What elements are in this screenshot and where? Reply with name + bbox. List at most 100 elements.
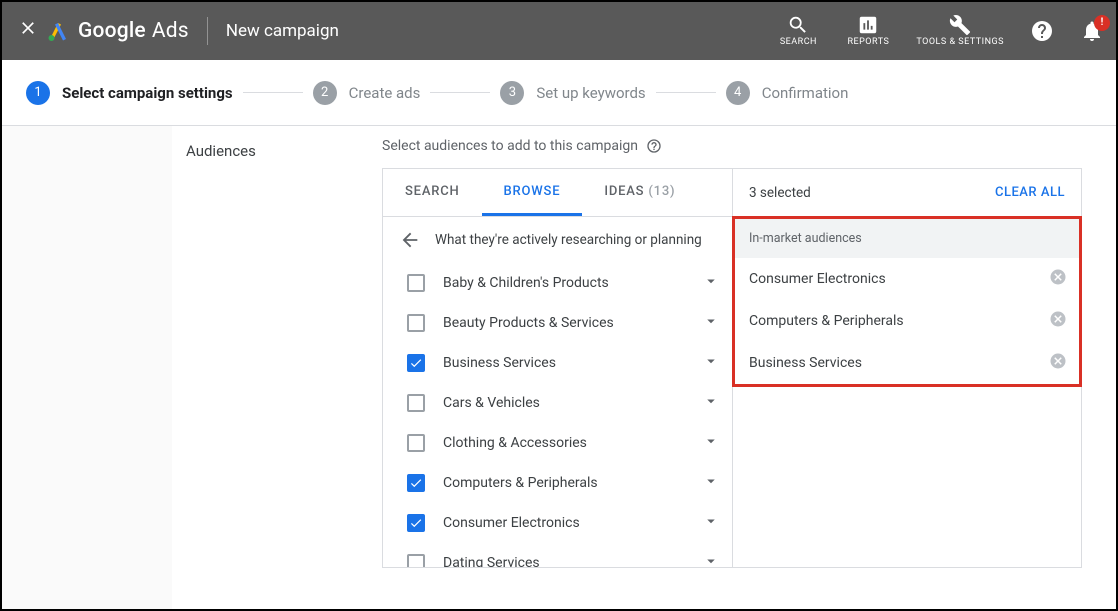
google-ads-logo-icon bbox=[46, 19, 70, 43]
chevron-down-icon bbox=[702, 312, 720, 330]
audiences-panel: SEARCH BROWSE IDEAS (13) What they're ac… bbox=[382, 168, 1082, 568]
category-checkbox[interactable] bbox=[407, 554, 425, 567]
tab-search[interactable]: SEARCH bbox=[383, 169, 482, 216]
help-button[interactable] bbox=[1030, 19, 1054, 43]
step-3[interactable]: 3 Set up keywords bbox=[500, 81, 645, 105]
category-checkbox[interactable] bbox=[407, 394, 425, 412]
chevron-down-icon bbox=[702, 512, 720, 530]
tab-ideas-count: (13) bbox=[648, 184, 675, 199]
selected-body: In-market audiences Consumer Electronics… bbox=[732, 216, 1082, 387]
category-row[interactable]: Dating Services bbox=[407, 543, 732, 567]
helper-text: Select audiences to add to this campaign bbox=[382, 138, 638, 154]
category-checkbox[interactable] bbox=[407, 514, 425, 532]
expand-category-button[interactable] bbox=[702, 512, 720, 534]
category-label: Baby & Children's Products bbox=[443, 275, 702, 291]
logo-text-ads: Ads bbox=[152, 19, 189, 43]
close-circle-icon bbox=[1049, 352, 1067, 370]
audiences-panel-area: Select audiences to add to this campaign… bbox=[382, 126, 1116, 609]
help-icon bbox=[1030, 19, 1054, 43]
notification-badge: ! bbox=[1094, 15, 1110, 31]
category-row[interactable]: Computers & Peripherals bbox=[407, 463, 732, 503]
category-checkbox[interactable] bbox=[407, 434, 425, 452]
close-circle-icon bbox=[1049, 310, 1067, 328]
tools-label: TOOLS & SETTINGS bbox=[916, 38, 1004, 48]
wrench-icon bbox=[949, 14, 971, 36]
selected-group-label: In-market audiences bbox=[735, 219, 1079, 258]
browse-column: SEARCH BROWSE IDEAS (13) What they're ac… bbox=[383, 169, 733, 567]
selected-item-label: Computers & Peripherals bbox=[749, 313, 904, 329]
step-4[interactable]: 4 Confirmation bbox=[726, 81, 849, 105]
category-label: Beauty Products & Services bbox=[443, 315, 702, 331]
remove-selected-button[interactable] bbox=[1049, 352, 1067, 374]
category-checkbox[interactable] bbox=[407, 274, 425, 292]
logo-text-google: Google bbox=[78, 19, 146, 43]
category-row[interactable]: Business Services bbox=[407, 343, 732, 383]
tools-button[interactable]: TOOLS & SETTINGS bbox=[916, 14, 1004, 48]
search-button[interactable]: SEARCH bbox=[776, 14, 820, 48]
selected-count: 3 selected bbox=[749, 185, 811, 201]
tab-ideas-label: IDEAS bbox=[604, 184, 644, 199]
category-row[interactable]: Cars & Vehicles bbox=[407, 383, 732, 423]
category-checkbox[interactable] bbox=[407, 474, 425, 492]
selected-list: Consumer ElectronicsComputers & Peripher… bbox=[735, 258, 1079, 384]
section-title: Audiences bbox=[172, 126, 382, 609]
reports-icon bbox=[857, 14, 879, 36]
divider bbox=[207, 17, 208, 45]
step-1-label: Select campaign settings bbox=[62, 84, 233, 102]
selected-column: 3 selected CLEAR ALL In-market audiences… bbox=[733, 169, 1081, 567]
clear-all-button[interactable]: CLEAR ALL bbox=[995, 185, 1065, 200]
expand-category-button[interactable] bbox=[702, 552, 720, 567]
category-row[interactable]: Consumer Electronics bbox=[407, 503, 732, 543]
category-list[interactable]: Baby & Children's Products Beauty Product… bbox=[383, 263, 732, 567]
step-3-number: 3 bbox=[500, 81, 524, 105]
step-2-number: 2 bbox=[313, 81, 337, 105]
expand-category-button[interactable] bbox=[702, 312, 720, 334]
category-row[interactable]: Clothing & Accessories bbox=[407, 423, 732, 463]
expand-category-button[interactable] bbox=[702, 432, 720, 454]
search-label: SEARCH bbox=[780, 38, 817, 48]
category-label: Computers & Peripherals bbox=[443, 475, 702, 491]
tab-ideas[interactable]: IDEAS (13) bbox=[582, 169, 697, 216]
close-circle-icon bbox=[1049, 268, 1067, 286]
category-breadcrumb-text: What they're actively researching or pla… bbox=[435, 232, 702, 248]
category-checkbox[interactable] bbox=[407, 354, 425, 372]
back-arrow-icon[interactable] bbox=[399, 229, 421, 251]
breadcrumb: New campaign bbox=[226, 21, 339, 41]
step-1[interactable]: 1 Select campaign settings bbox=[26, 81, 233, 105]
close-button[interactable] bbox=[14, 18, 42, 44]
help-outline-icon[interactable] bbox=[646, 138, 662, 154]
tab-browse-label: BROWSE bbox=[504, 184, 561, 199]
expand-category-button[interactable] bbox=[702, 392, 720, 414]
remove-selected-button[interactable] bbox=[1049, 268, 1067, 290]
category-checkbox[interactable] bbox=[407, 314, 425, 332]
category-breadcrumb: What they're actively researching or pla… bbox=[383, 217, 732, 263]
selected-item: Computers & Peripherals bbox=[735, 300, 1079, 342]
step-2[interactable]: 2 Create ads bbox=[313, 81, 421, 105]
chevron-down-icon bbox=[702, 552, 720, 567]
step-1-number: 1 bbox=[26, 81, 50, 105]
chevron-down-icon bbox=[702, 432, 720, 450]
app-bar: Google Ads New campaign SEARCH REPORTS T… bbox=[2, 2, 1116, 60]
chevron-down-icon bbox=[702, 352, 720, 370]
left-gutter bbox=[2, 126, 172, 609]
step-3-label: Set up keywords bbox=[536, 84, 645, 102]
selected-item-label: Business Services bbox=[749, 355, 862, 371]
step-2-label: Create ads bbox=[349, 84, 421, 102]
tab-browse[interactable]: BROWSE bbox=[482, 169, 583, 216]
step-4-label: Confirmation bbox=[762, 84, 849, 102]
category-row[interactable]: Baby & Children's Products bbox=[407, 263, 732, 303]
category-label: Clothing & Accessories bbox=[443, 435, 702, 451]
category-row[interactable]: Beauty Products & Services bbox=[407, 303, 732, 343]
reports-button[interactable]: REPORTS bbox=[846, 14, 890, 48]
selected-header: 3 selected CLEAR ALL bbox=[733, 169, 1081, 217]
expand-category-button[interactable] bbox=[702, 472, 720, 494]
notifications-button[interactable]: ! bbox=[1080, 19, 1104, 43]
step-4-number: 4 bbox=[726, 81, 750, 105]
chevron-down-icon bbox=[702, 472, 720, 490]
tab-search-label: SEARCH bbox=[405, 184, 460, 199]
remove-selected-button[interactable] bbox=[1049, 310, 1067, 332]
content-area: Audiences Select audiences to add to thi… bbox=[2, 126, 1116, 609]
expand-category-button[interactable] bbox=[702, 272, 720, 294]
expand-category-button[interactable] bbox=[702, 352, 720, 374]
selected-item: Business Services bbox=[735, 342, 1079, 384]
